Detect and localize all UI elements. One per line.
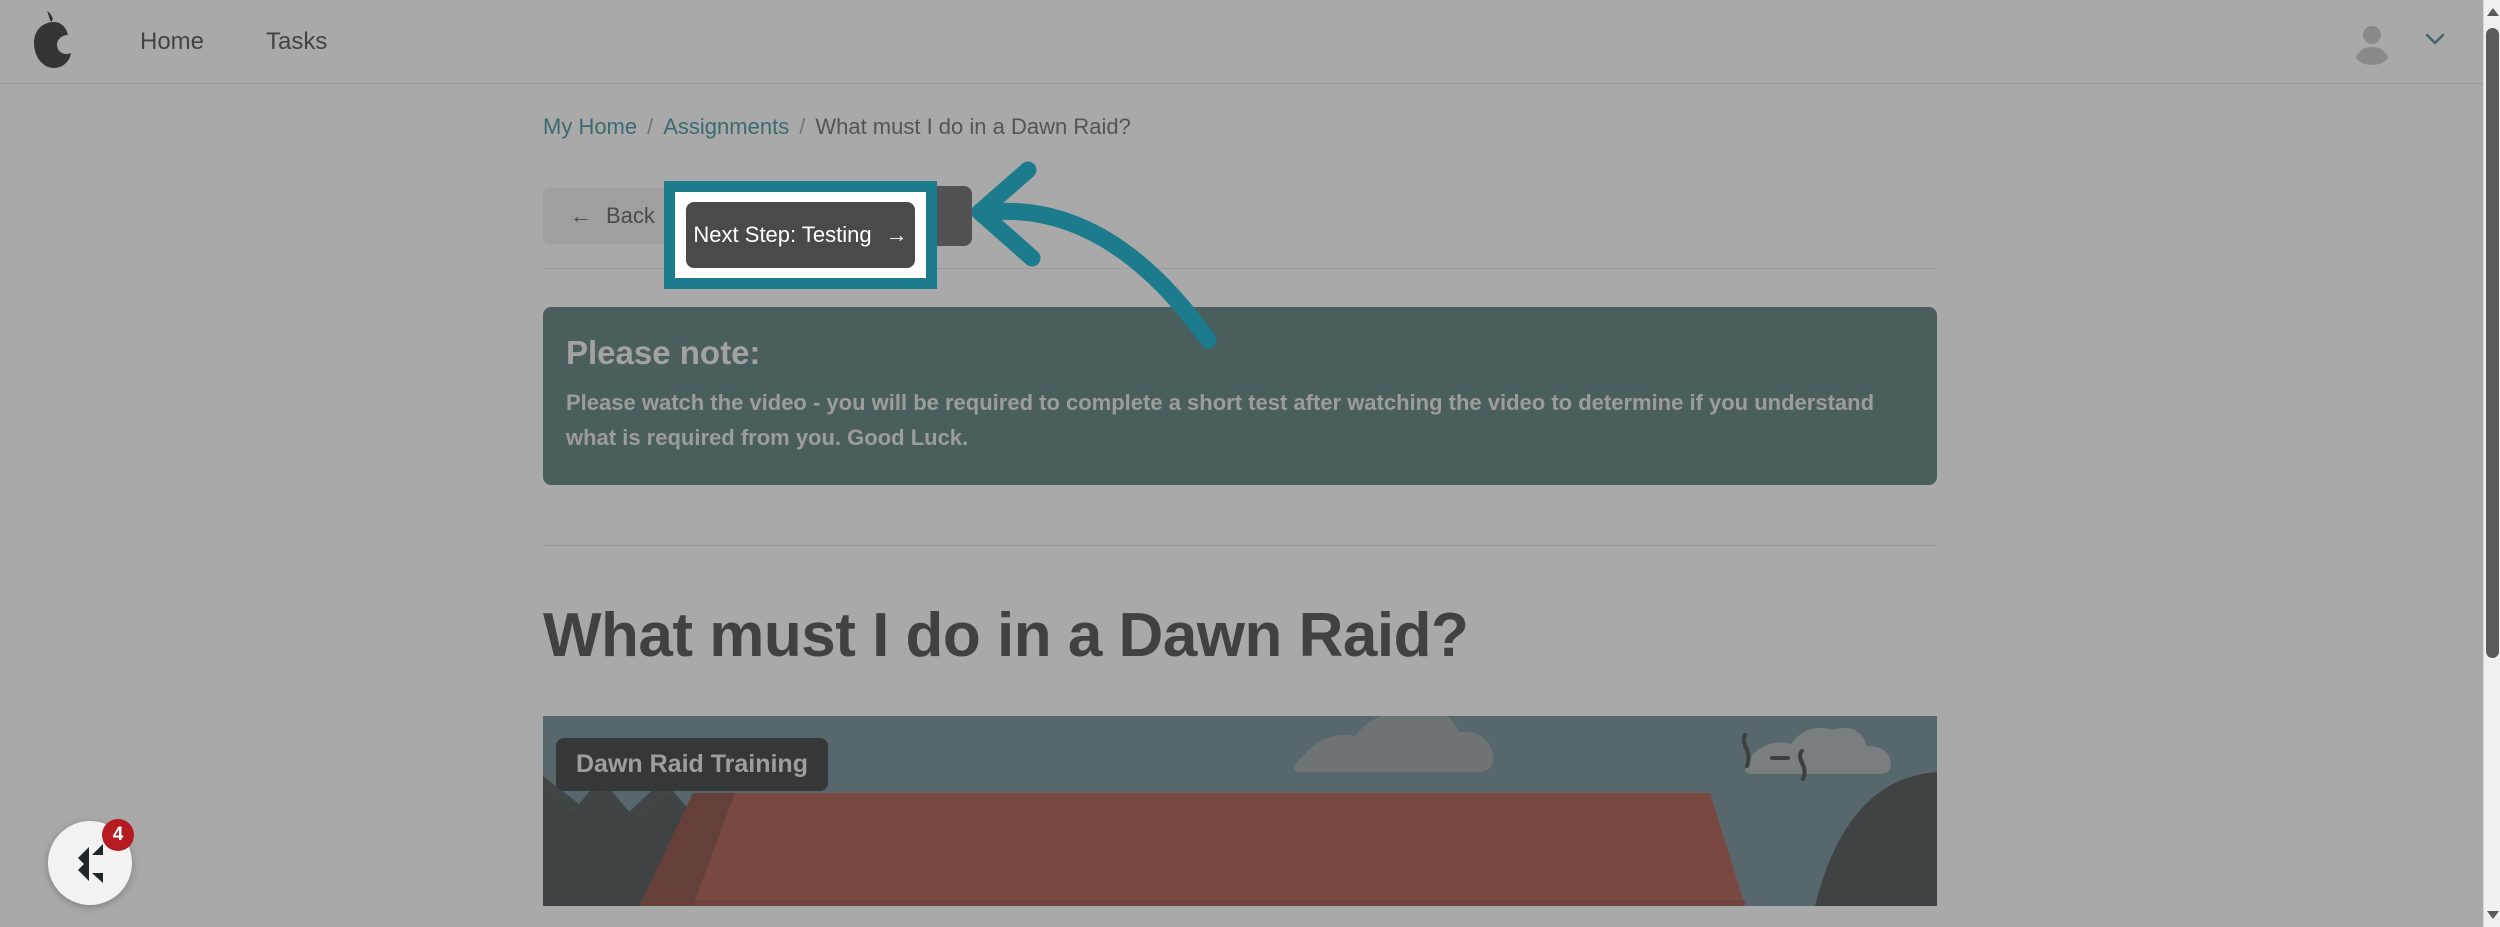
video-title-badge: Dawn Raid Training — [556, 738, 828, 792]
chevron-down-icon[interactable] — [2425, 33, 2445, 51]
breadcrumb-separator: / — [799, 114, 806, 139]
next-step-button-label: Next Step: Testing — [693, 222, 872, 247]
pear-logo-icon[interactable] — [22, 10, 84, 74]
divider — [543, 544, 1937, 546]
video-player[interactable]: Dawn Raid Training — [543, 716, 1937, 907]
breadcrumb-item-my-home[interactable]: My Home — [543, 116, 637, 138]
scrollbar-thumb[interactable] — [2486, 28, 2499, 658]
note-body: Please watch the video - you will be req… — [566, 389, 1875, 450]
chat-unread-badge: 4 — [102, 819, 134, 851]
breadcrumb-item-current: What must I do in a Dawn Raid? — [815, 114, 1131, 139]
please-note-panel: Please note: Please watch the video - yo… — [543, 307, 1937, 485]
breadcrumb-item-assignments[interactable]: Assignments — [663, 116, 789, 138]
next-step-button-highlighted[interactable]: Next Step: Testing → — [686, 202, 915, 268]
back-button-label: Back — [606, 203, 655, 228]
note-title: Please note: — [566, 334, 761, 371]
scroll-down-arrow-icon[interactable] — [2487, 911, 2499, 919]
page-title: What must I do in a Dawn Raid? — [543, 600, 1469, 670]
nav-link-home[interactable]: Home — [140, 30, 204, 54]
page-root: Home Tasks My Home / Assignments / What … — [0, 0, 2500, 927]
breadcrumb-separator: / — [647, 114, 654, 139]
avatar[interactable] — [2349, 19, 2395, 65]
arrow-left-icon: ← — [570, 203, 592, 228]
nav-link-tasks[interactable]: Tasks — [266, 30, 327, 54]
nav-links: Home Tasks — [140, 0, 327, 84]
back-button[interactable]: ← Back — [543, 188, 682, 244]
vertical-scrollbar[interactable] — [2483, 0, 2500, 927]
chat-widget-button[interactable]: 4 — [48, 819, 134, 905]
scroll-up-arrow-icon[interactable] — [2487, 8, 2499, 16]
arrow-right-icon: → — [885, 222, 908, 247]
breadcrumb: My Home / Assignments / What must I do i… — [543, 116, 1937, 138]
top-navigation-bar: Home Tasks — [0, 0, 2483, 84]
user-menu[interactable] — [2349, 0, 2445, 84]
